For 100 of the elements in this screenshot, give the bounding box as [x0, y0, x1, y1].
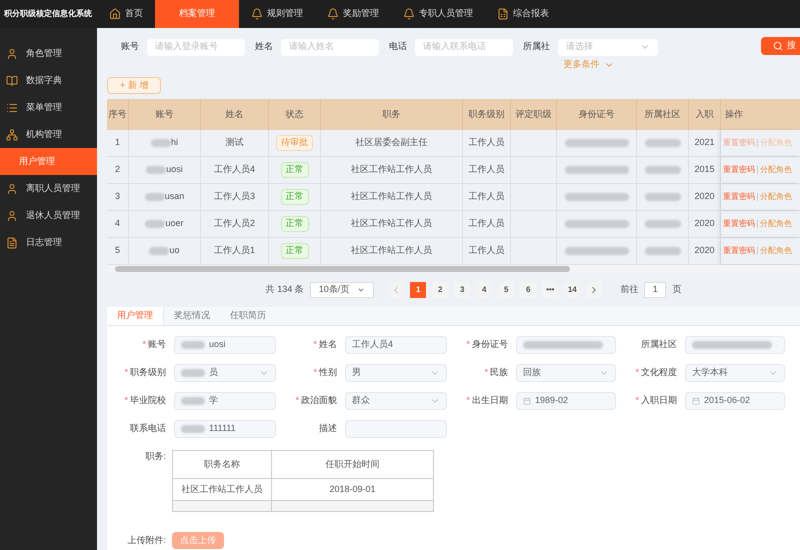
- sidebar-item[interactable]: 用户管理: [0, 148, 97, 175]
- table-cell-text: 2015: [694, 163, 715, 176]
- detail-tab[interactable]: 奖惩情况: [164, 307, 220, 325]
- field-value: 学: [209, 394, 218, 408]
- column-header: 任职开始时间: [324, 458, 380, 471]
- required-mark: *: [313, 366, 317, 380]
- bell-icon: [403, 8, 415, 20]
- redaction-mark: [564, 193, 628, 201]
- sidebar-item[interactable]: 退休人员管理: [0, 202, 97, 229]
- form-label: 姓名: [319, 338, 337, 352]
- page-button[interactable]: 4: [476, 282, 492, 298]
- input-field[interactable]: 工作人员4: [345, 336, 447, 354]
- redaction-mark: [181, 369, 205, 377]
- required-mark: *: [142, 338, 146, 352]
- form-label: 上传附件:: [126, 534, 167, 547]
- nav-tab[interactable]: 奖励管理: [315, 0, 391, 28]
- prev-page-button[interactable]: [388, 282, 404, 298]
- nav-tab[interactable]: 规则管理: [239, 0, 315, 28]
- form-label: 描述: [319, 422, 337, 436]
- detail-tab[interactable]: 用户管理: [107, 307, 164, 325]
- redaction-mark: [146, 166, 166, 174]
- required-mark: *: [124, 366, 128, 380]
- form-label: 政治面貌: [301, 394, 337, 408]
- required-mark: *: [466, 338, 470, 352]
- select-field[interactable]: 员: [174, 364, 276, 382]
- redaction-mark: [564, 247, 628, 255]
- field-value: uosi: [209, 338, 226, 352]
- nav-tab[interactable]: 档案管理: [155, 0, 239, 28]
- page-button[interactable]: 14: [564, 282, 580, 298]
- form-label: 民族: [490, 366, 508, 380]
- redaction-mark: [181, 341, 205, 349]
- page-button[interactable]: 6: [520, 282, 536, 298]
- form-label: 文化程度: [641, 366, 677, 380]
- table-cell-text: 工作人员4: [214, 163, 255, 176]
- sidebar-item[interactable]: 日志管理: [0, 229, 97, 256]
- input-field[interactable]: uosi: [174, 336, 276, 354]
- input-field[interactable]: 111111: [174, 420, 276, 438]
- field-label: 账号: [121, 40, 139, 54]
- table-cell-text: 工作人员2: [214, 217, 255, 230]
- field-label: 姓名: [255, 40, 273, 54]
- sidebar-item[interactable]: 角色管理: [0, 40, 97, 67]
- page-input[interactable]: 1: [644, 282, 666, 298]
- date-field[interactable]: 2015-06-02: [685, 392, 785, 410]
- book-icon: [6, 74, 18, 86]
- table-cell-text: 工作人员: [468, 244, 504, 258]
- sidebar-item[interactable]: 离职人员管理: [0, 175, 97, 202]
- table-cell-text: 社区工作站工作人员: [351, 190, 432, 204]
- sidebar-item[interactable]: 菜单管理: [0, 94, 97, 121]
- input-field[interactable]: 学: [174, 392, 276, 410]
- detail-tab[interactable]: 任职简历: [220, 307, 276, 325]
- log-icon: [6, 236, 18, 248]
- page-button[interactable]: 5: [498, 282, 514, 298]
- date-field[interactable]: 1989-02: [516, 392, 616, 410]
- app-title: 积分职级核定信息化系统: [2, 8, 93, 20]
- bell-icon: [327, 8, 339, 20]
- field-value: 男: [352, 366, 361, 380]
- page-size-select[interactable]: 10条/页: [310, 282, 374, 298]
- required-mark: *: [124, 394, 128, 408]
- input-field[interactable]: [516, 336, 616, 354]
- select-field[interactable]: 群众: [345, 392, 447, 410]
- input-field[interactable]: [345, 420, 447, 438]
- page-button[interactable]: 1: [410, 282, 426, 298]
- nav-tab[interactable]: 专职人员管理: [391, 0, 485, 28]
- table-cell-text: uoer: [165, 217, 184, 230]
- redaction-mark: [644, 220, 680, 228]
- nav-tab[interactable]: 综合报表: [485, 0, 561, 28]
- nav-tab[interactable]: 首页: [97, 0, 155, 28]
- goto-label: 前往: [620, 283, 638, 296]
- form-label: 联系电话: [130, 422, 166, 436]
- sidebar-item[interactable]: 数据字典: [0, 67, 97, 94]
- sidebar-item[interactable]: 机构管理: [0, 121, 97, 148]
- table-cell-text: 4: [114, 217, 120, 230]
- form-label: 毕业院校: [130, 394, 166, 408]
- home-icon: [109, 8, 121, 20]
- form-label: 职务级别: [130, 366, 166, 380]
- select-field[interactable]: [685, 336, 785, 354]
- page-button[interactable]: •••: [542, 282, 558, 298]
- select-field[interactable]: 回族: [516, 364, 616, 382]
- form-label: 职务:: [144, 450, 167, 463]
- field-value: 大学本科: [692, 366, 728, 380]
- table-cell-text: 社区工作站工作人员: [351, 163, 432, 176]
- table-cell-text: 2018-09-01: [329, 482, 376, 496]
- table-cell-text: uosi: [166, 163, 183, 176]
- person-icon: [6, 210, 18, 222]
- status-tag: 正常: [280, 243, 308, 259]
- table-cell-text: 工作人员: [468, 190, 504, 204]
- page-button[interactable]: 2: [432, 282, 448, 298]
- form-label: 入职日期: [641, 394, 677, 408]
- next-page-button[interactable]: [586, 282, 602, 298]
- page-button[interactable]: 3: [454, 282, 470, 298]
- table-cell-text: 2020: [694, 190, 715, 204]
- select-field[interactable]: 男: [345, 364, 447, 382]
- table-cell-text: 工作人员3: [214, 190, 255, 204]
- redaction-mark: [644, 166, 680, 174]
- status-tag: 正常: [280, 189, 308, 205]
- select-field[interactable]: 大学本科: [685, 364, 785, 382]
- table-cell-text: 社区工作站工作人员: [351, 217, 432, 230]
- chevron-icon: [357, 286, 366, 294]
- search-button[interactable]: 搜: [761, 37, 800, 55]
- redaction-mark: [564, 166, 628, 174]
